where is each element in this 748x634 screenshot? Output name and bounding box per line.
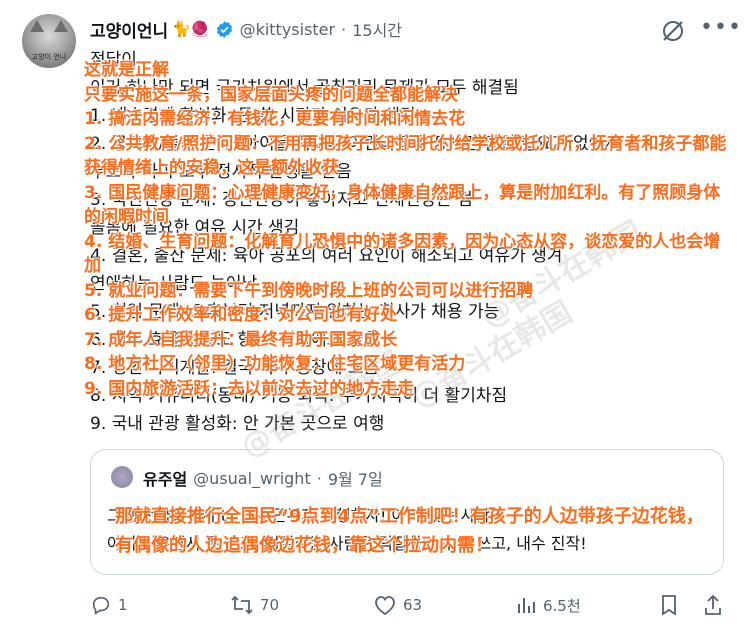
translation-line: 3. 国民健康问题：心理健康变好，身体健康自然跟上，算是附加红利。有了照顾身体的… xyxy=(84,182,721,228)
avatar-cat-ear-right xyxy=(54,20,68,32)
quoted-translation-overlay: 那就直接推行全国民“9点到4点”工作制吧！有孩子的人边带孩子边花钱，有偶像的人边… xyxy=(115,506,704,556)
author-emojis: 🐈🧶 xyxy=(172,20,210,38)
share-icon xyxy=(705,594,721,615)
heart-icon xyxy=(375,596,395,616)
repost-icon xyxy=(231,595,253,615)
translation-line: 4. 结婚、生育问题：化解育儿恐惧中的诸多因素，因为心态从容，谈恋爱的人也会增加 xyxy=(84,231,721,277)
action-bar: 1 70 63 6.5천 xyxy=(90,590,730,620)
korean-text-line: 9. 국내 관광 활성화: 안 가본 곳으로 여행 xyxy=(90,414,385,434)
translation-line: 7. 成年人自我提升：最终有助于国家成长 xyxy=(84,329,398,350)
avatar-cat-ear-left xyxy=(30,20,44,32)
translation-line: 9. 国内旅游活跃：去以前没去过的地方走走 xyxy=(84,378,415,399)
reply-icon xyxy=(92,596,110,615)
avatar-caption: 고양이 언니 xyxy=(31,53,67,61)
bookmark-icon xyxy=(662,595,676,616)
tweet-time[interactable]: 15시간 xyxy=(352,17,402,41)
translation-line: 5. 就业问题：需要下午到傍晚时段上班的公司可以进行招聘 xyxy=(84,280,534,301)
views-chart-icon xyxy=(518,598,535,613)
quoted-author-avatar[interactable] xyxy=(111,466,133,488)
translation-line: 8. 地方社区（邻里）功能恢复：住宅区域更有活力 xyxy=(84,354,466,374)
quoted-author-handle: @usual_wright xyxy=(193,468,311,488)
like-count: 63 xyxy=(403,596,423,614)
share-button[interactable] xyxy=(702,590,724,620)
views-count: 6.5천 xyxy=(543,596,581,615)
quoted-tweet[interactable]: 유주얼 @usual_wright · 9월 7일 그냥 전국민 9시 to 4… xyxy=(90,449,724,575)
translation-line: 2. 公共教育/照护问题：不用再把孩子长时间托付给学校或托儿所，抚育者和孩子都能… xyxy=(84,133,727,179)
tweet-header: 고양이언니 🐈🧶 @kittysister · 15시간 xyxy=(90,16,402,42)
translation-line: 这就是正解 xyxy=(84,60,169,80)
author-handle[interactable]: @kittysister xyxy=(240,20,336,39)
repost-button[interactable]: 70 xyxy=(230,590,279,620)
dot-separator: · xyxy=(341,19,347,39)
reply-button[interactable]: 1 xyxy=(90,590,128,620)
quoted-tweet-date: 9월 7일 xyxy=(327,470,383,489)
like-button[interactable]: 63 xyxy=(373,590,422,620)
author-avatar[interactable]: 고양이 언니 xyxy=(22,14,76,68)
verified-badge-icon xyxy=(215,20,234,39)
bookmark-button[interactable] xyxy=(658,590,680,620)
translation-line: 6. 提升工作效率和密度：对公司也有好处 xyxy=(84,305,398,325)
dot-separator: · xyxy=(316,468,322,488)
views-button[interactable]: 6.5천 xyxy=(515,590,581,620)
reply-count: 1 xyxy=(118,596,128,614)
translation-line: 1. 搞活内需经济：有钱花，更要有时间和闲情去花 xyxy=(84,109,466,129)
quoted-tweet-header: 유주얼 @usual_wright · 9월 7일 xyxy=(143,466,383,490)
quoted-author-name: 유주얼 xyxy=(143,470,188,489)
repost-count: 70 xyxy=(260,596,280,614)
author-name[interactable]: 고양이언니 xyxy=(90,17,168,42)
grok-icon[interactable] xyxy=(660,18,686,48)
translation-line: 只要实施这一条，国家层面头疼的问题全都能解决 xyxy=(84,84,458,105)
more-options-icon[interactable]: ••• xyxy=(700,17,742,39)
translation-overlay: 这就是正解只要实施这一条，国家层面头疼的问题全都能解决 1. 搞活内需经济：有钱花… xyxy=(84,58,734,401)
